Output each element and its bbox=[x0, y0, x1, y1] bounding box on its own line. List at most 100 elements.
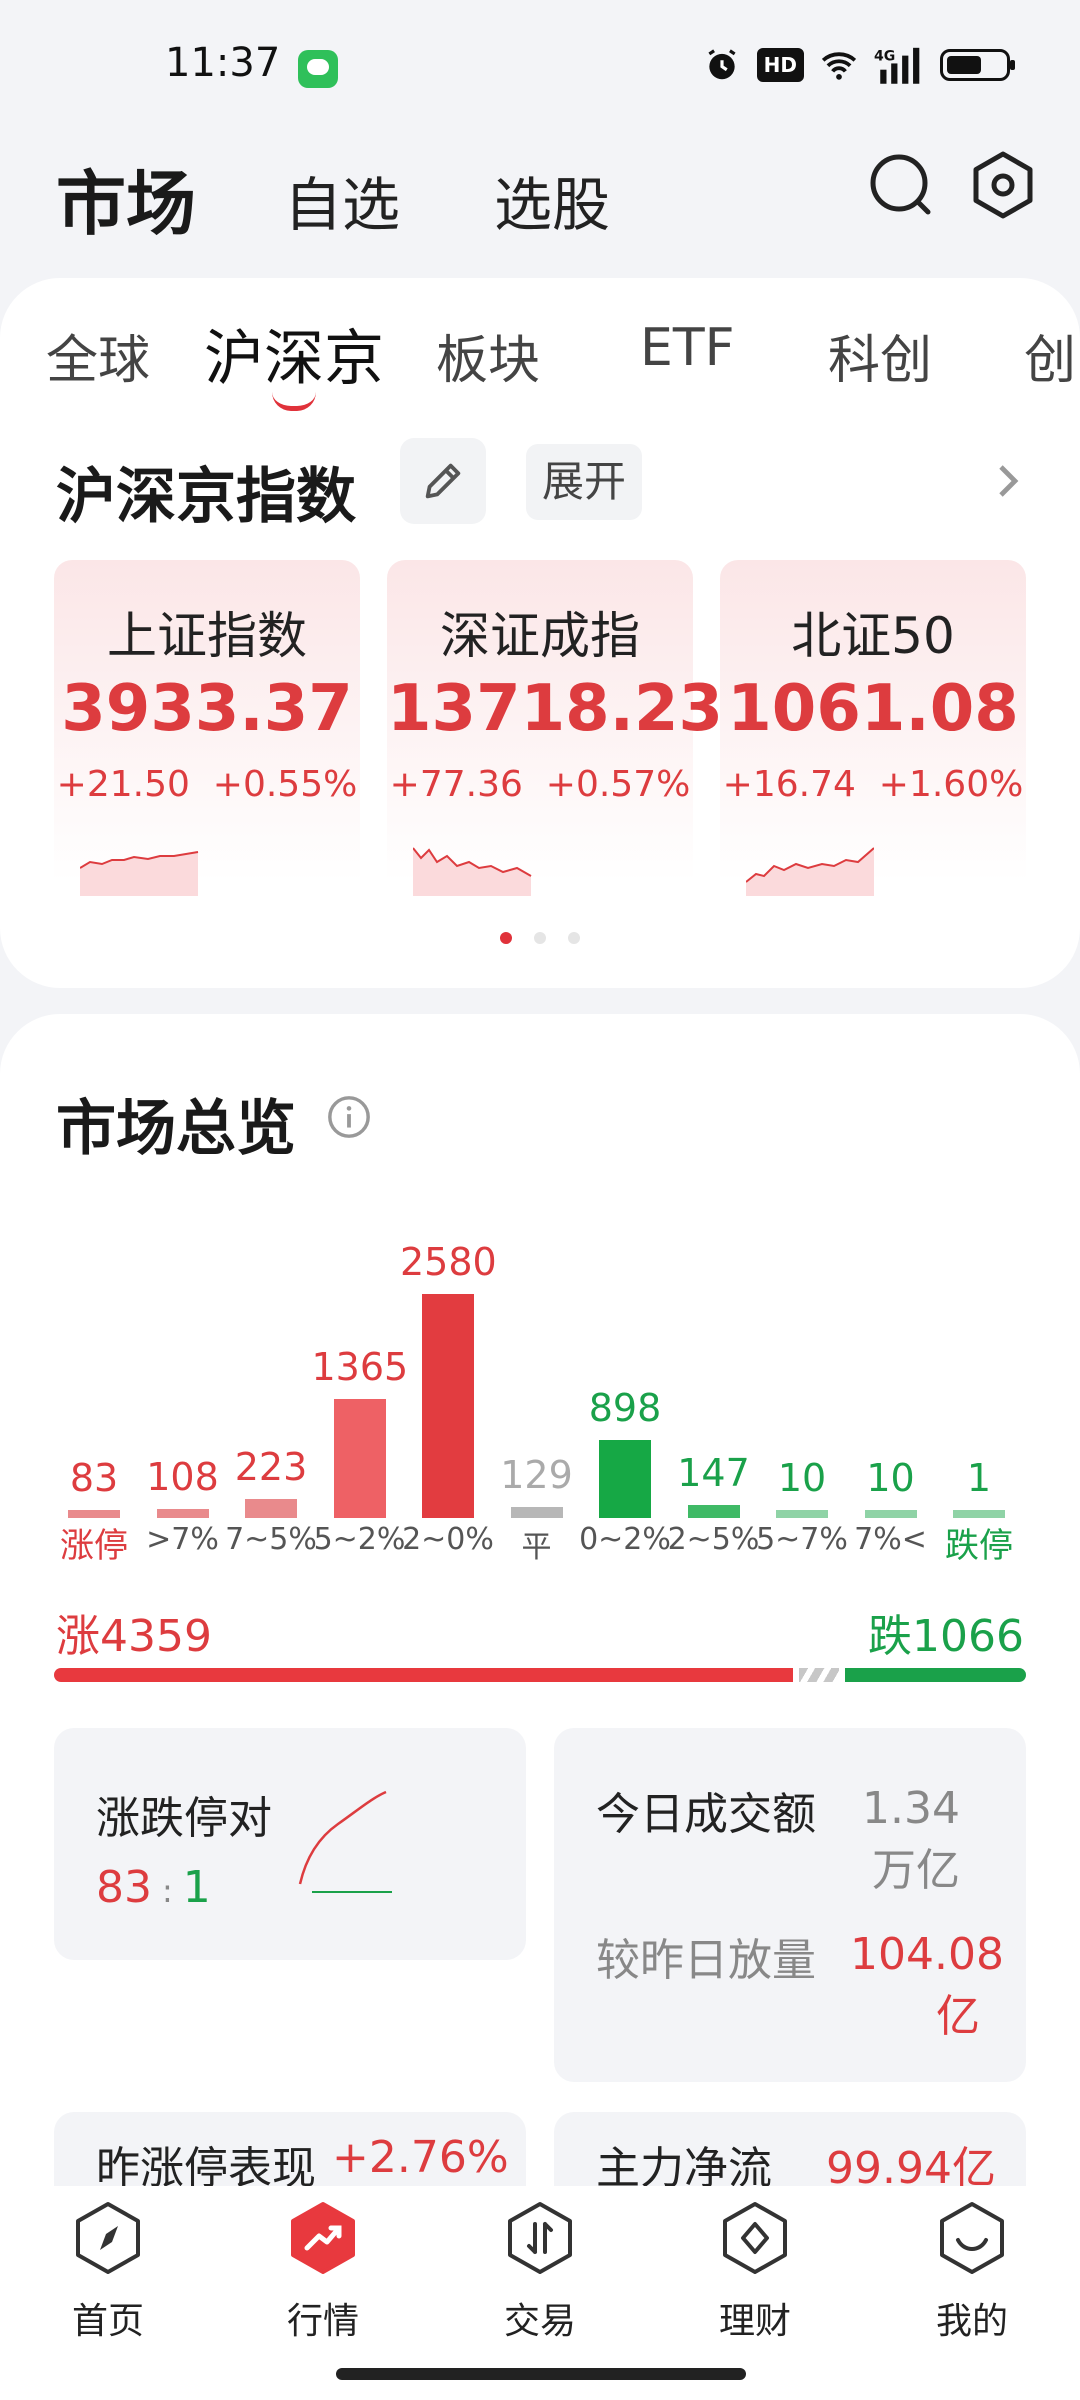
index-change: +16.74 +1.60% bbox=[722, 764, 1024, 805]
home-indicator[interactable] bbox=[336, 2368, 746, 2380]
index-change: +21.50 +0.55% bbox=[56, 764, 358, 805]
distribution-category-label: 跌停 bbox=[945, 1526, 1013, 1566]
battery-icon bbox=[940, 49, 1015, 81]
overview-title: 市场总览 bbox=[56, 1094, 296, 1164]
limit-ratio-title: 涨跌停对 bbox=[96, 1793, 272, 1844]
nav-trade[interactable]: 交易 bbox=[470, 2200, 610, 2344]
sparkline-chart bbox=[80, 851, 199, 896]
index-card-shenzhen[interactable]: 深证成指 13718.23 +77.36 +0.57% bbox=[387, 560, 724, 910]
pencil-icon bbox=[425, 463, 461, 499]
turnover-value: 1.34万亿 bbox=[862, 1783, 960, 1896]
index-name: 上证指数 bbox=[107, 607, 307, 665]
distribution-count-label: 898 bbox=[588, 1386, 662, 1431]
fall-segment bbox=[845, 1668, 1026, 1682]
yesterday-limit-value: +2.76% bbox=[332, 2132, 509, 2183]
distribution-count-label: 108 bbox=[146, 1454, 219, 1499]
profile-smile-icon bbox=[940, 2202, 1004, 2274]
market-trend-icon bbox=[291, 2202, 355, 2274]
turnover-title: 今日成交额 bbox=[596, 1789, 816, 1840]
turnover-compare-value: 104.08亿 bbox=[850, 1929, 1004, 2042]
distribution-category-label: 0~2% bbox=[579, 1522, 671, 1557]
distribution-bar bbox=[422, 1294, 474, 1518]
home-compass-icon bbox=[76, 2202, 140, 2274]
alarm-icon bbox=[708, 49, 736, 80]
distribution-count-label: 10 bbox=[777, 1456, 827, 1500]
turnover-compare-label: 较昨日放量 bbox=[596, 1935, 816, 1986]
sparkline-chart bbox=[746, 847, 874, 896]
distribution-count-label: 83 bbox=[69, 1456, 119, 1500]
subtab-star[interactable]: 科创 bbox=[828, 318, 932, 393]
distribution-count-label: 223 bbox=[234, 1444, 308, 1489]
index-value: 13718.23 bbox=[387, 672, 724, 746]
limit-ratio-value: 83:1 bbox=[96, 1862, 211, 1913]
index-name: 深证成指 bbox=[440, 607, 640, 665]
distribution-bar bbox=[68, 1510, 120, 1518]
distribution-count-label: 147 bbox=[677, 1451, 750, 1496]
distribution-category-label: 5~7% bbox=[756, 1522, 848, 1557]
index-card-shanghai[interactable]: 上证指数 3933.37 +21.50 +0.55% bbox=[54, 560, 360, 910]
fall-total: 跌1066 bbox=[868, 1611, 1024, 1662]
tab-watchlist[interactable]: 自选 bbox=[284, 158, 400, 242]
nav-market[interactable]: 行情 bbox=[253, 2200, 393, 2344]
rise-total: 涨4359 bbox=[56, 1611, 212, 1662]
message-app-icon bbox=[298, 50, 338, 88]
distribution-count-label: 129 bbox=[500, 1452, 573, 1497]
status-time: 11:37 bbox=[165, 40, 281, 86]
chevron-right-icon[interactable] bbox=[995, 463, 1023, 499]
distribution-category-label: 7%< bbox=[854, 1522, 927, 1557]
subtab-global[interactable]: 全球 bbox=[46, 318, 150, 393]
edit-button[interactable] bbox=[400, 438, 486, 524]
status-icons: HD 4G bbox=[703, 46, 1015, 84]
distribution-bar bbox=[510, 1506, 563, 1518]
rise-segment bbox=[54, 1668, 794, 1682]
distribution-category-label: 7~5% bbox=[225, 1522, 317, 1557]
distribution-bar bbox=[687, 1505, 740, 1518]
distribution-category-label: 2~0% bbox=[402, 1522, 494, 1557]
distribution-bar bbox=[156, 1508, 209, 1518]
tab-stock-picker[interactable]: 选股 bbox=[494, 158, 610, 242]
search-icon[interactable] bbox=[866, 150, 936, 220]
indices-title: 沪深京指数 bbox=[56, 462, 356, 532]
distribution-category-label: 2~5% bbox=[667, 1522, 760, 1557]
distribution-bar bbox=[953, 1510, 1005, 1518]
info-icon[interactable] bbox=[326, 1094, 372, 1140]
distribution-count-label: 10 bbox=[866, 1456, 915, 1500]
page-dot-active bbox=[500, 932, 512, 944]
distribution-category-label: >7% bbox=[146, 1522, 219, 1557]
distribution-category-label: 5~2% bbox=[313, 1522, 406, 1557]
expand-button[interactable]: 展开 bbox=[526, 444, 642, 520]
hd-icon: HD bbox=[756, 48, 804, 82]
distribution-bar bbox=[245, 1498, 297, 1518]
index-card-beijing[interactable]: 北证50 1061.08 +16.74 +1.60% bbox=[720, 560, 1026, 910]
distribution-bar bbox=[333, 1399, 386, 1518]
wifi-icon bbox=[821, 52, 857, 80]
subtab-chinext[interactable]: 创 bbox=[1024, 318, 1076, 393]
nav-home[interactable]: 首页 bbox=[38, 2200, 178, 2344]
distribution-count-label: 1365 bbox=[311, 1345, 409, 1390]
index-change: +77.36 +0.57% bbox=[389, 764, 691, 805]
page-dot bbox=[568, 932, 580, 944]
limit-ratio-card[interactable]: 涨跌停对 83:1 bbox=[54, 1728, 526, 1960]
distribution-category-label: 涨停 bbox=[60, 1526, 128, 1566]
svg-text:4G: 4G bbox=[874, 48, 895, 64]
distribution-bar bbox=[599, 1440, 651, 1518]
subtab-sector[interactable]: 板块 bbox=[436, 318, 540, 393]
nav-wealth[interactable]: 理财 bbox=[685, 2200, 825, 2344]
subtab-hushenjing[interactable]: 沪深京 bbox=[204, 310, 384, 397]
distribution-bar bbox=[776, 1510, 828, 1518]
distribution-count-label: 1 bbox=[966, 1456, 992, 1500]
nav-profile[interactable]: 我的 bbox=[902, 2200, 1042, 2344]
limit-ratio-trend-chart bbox=[298, 1790, 392, 1893]
sparkline-chart bbox=[413, 847, 532, 896]
page-title: 市场 bbox=[56, 163, 196, 245]
page-dot bbox=[534, 932, 546, 944]
distribution-bar bbox=[864, 1510, 917, 1518]
wealth-diamond-icon bbox=[723, 2202, 787, 2274]
index-name: 北证50 bbox=[791, 607, 955, 665]
flat-segment bbox=[799, 1668, 840, 1682]
index-value: 1061.08 bbox=[727, 672, 1019, 746]
subtab-etf[interactable]: ETF bbox=[640, 318, 735, 378]
turnover-card[interactable]: 今日成交额 1.34万亿 较昨日放量 104.08亿 bbox=[554, 1728, 1026, 2082]
distribution-count-label: 2580 bbox=[400, 1240, 497, 1284]
settings-hexagon-icon[interactable] bbox=[968, 150, 1038, 220]
